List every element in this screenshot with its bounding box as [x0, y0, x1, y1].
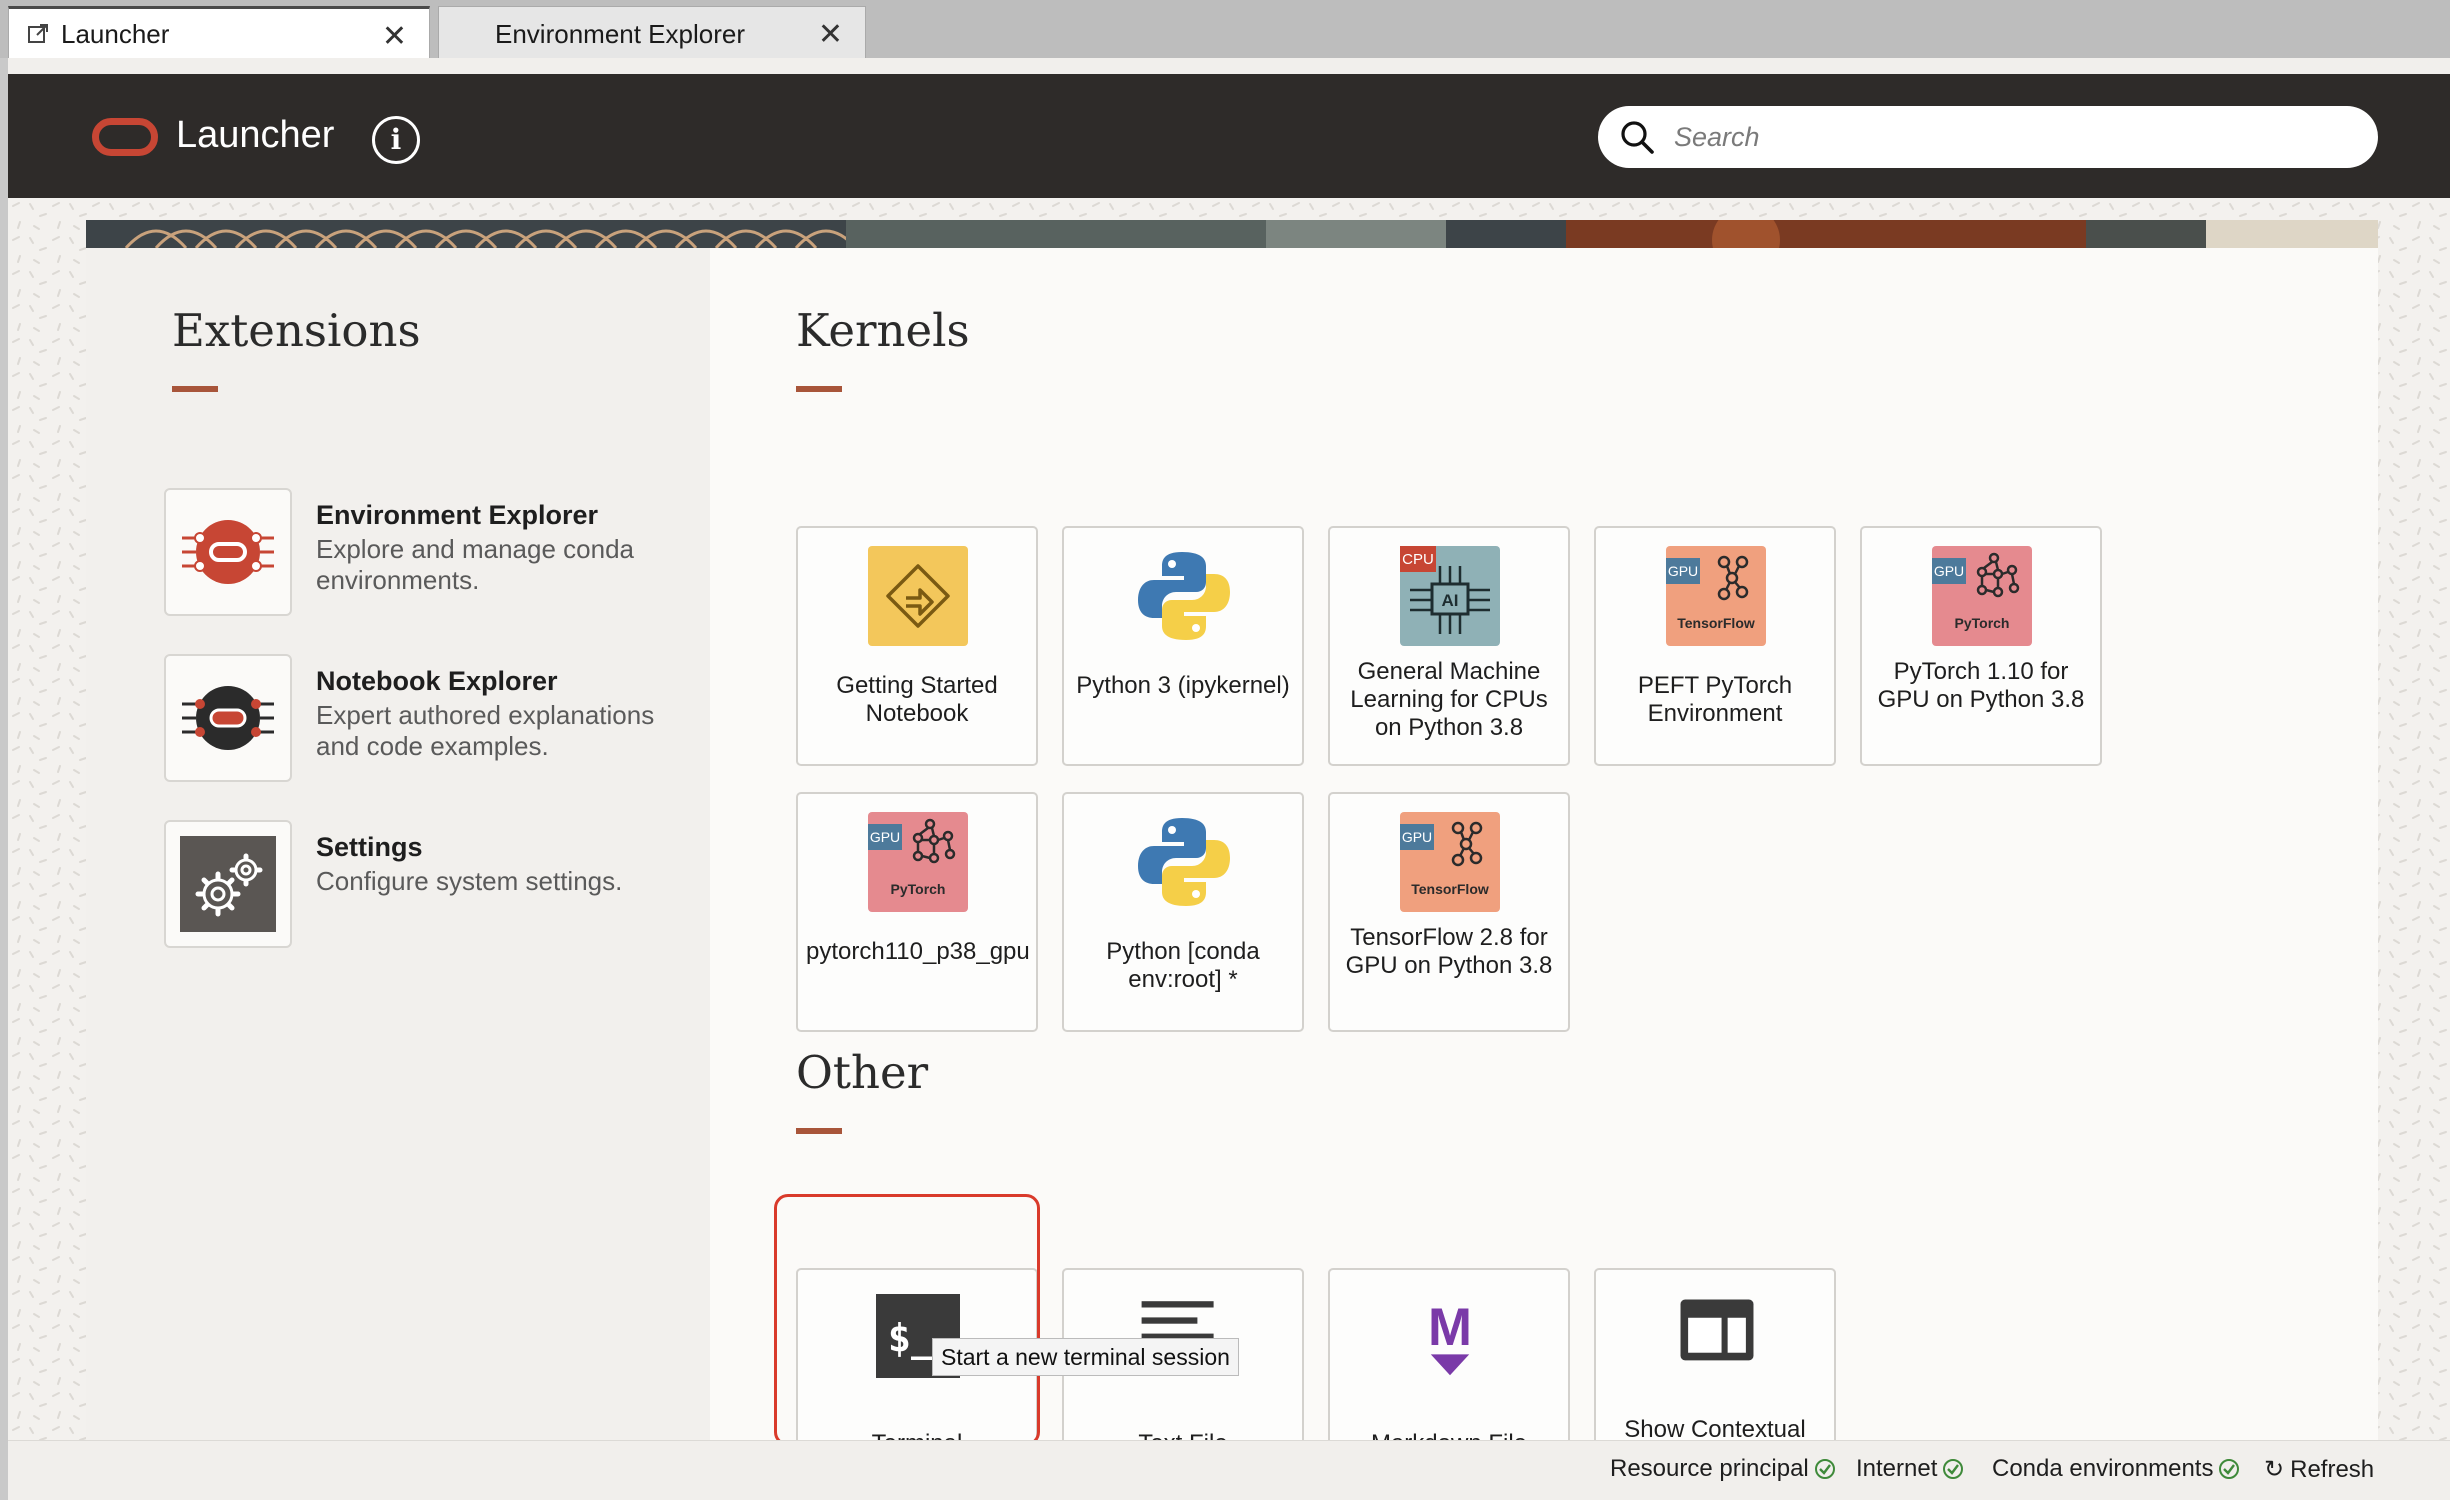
- kernel-tile-peft-pytorch[interactable]: GPU TensorFlow PEFT PyTorch Environment: [1594, 526, 1836, 766]
- tile-label: pytorch110_p38_gpu: [806, 938, 1030, 965]
- markdown-icon: M: [1428, 1298, 1472, 1376]
- refresh-icon: ↻: [2264, 1456, 2285, 1483]
- tensorflow-gpu-icon: GPU TensorFlow: [1666, 546, 1766, 646]
- extension-title: Environment Explorer: [316, 500, 599, 530]
- check-circle-icon: [1943, 1459, 1964, 1479]
- refresh-label: Refresh: [2290, 1455, 2375, 1483]
- kernel-tile-python3[interactable]: Python 3 (ipykernel): [1062, 526, 1304, 766]
- cpu-badge: CPU: [1402, 551, 1434, 568]
- launcher-card: Extensions Environment Explorer Explore …: [86, 220, 2378, 1500]
- extension-title: Settings: [316, 832, 423, 862]
- search-bar[interactable]: [1598, 106, 2378, 168]
- refresh-button[interactable]: ↻ Refresh: [2264, 1455, 2374, 1484]
- kernels-heading: Kernels: [796, 304, 970, 357]
- tab-label: Launcher: [61, 19, 170, 49]
- search-input[interactable]: [1674, 116, 2354, 158]
- tensorflow-caption: TensorFlow: [1677, 615, 1755, 631]
- status-resource-principal: Resource principal: [1610, 1455, 1836, 1483]
- terminal-glyph: $_: [888, 1316, 935, 1361]
- gears-icon: [164, 820, 292, 948]
- tile-label: Python 3 (ipykernel): [1076, 672, 1290, 699]
- section-divider: [796, 1128, 842, 1134]
- status-label: Conda environments: [1992, 1455, 2214, 1482]
- tab-bar: Launcher ✕ Environment Explorer ✕: [0, 0, 2450, 58]
- tensorflow-caption: TensorFlow: [1411, 881, 1489, 897]
- gpu-badge: GPU: [1668, 563, 1698, 579]
- tile-label: PyTorch 1.10 for GPU on Python 3.8: [1877, 658, 2085, 713]
- pytorch-gpu-icon: GPU PyTorch: [868, 812, 968, 912]
- getting-started-icon: [868, 546, 968, 646]
- status-bar: Resource principal Internet Conda enviro…: [8, 1440, 2450, 1500]
- gpu-badge: GPU: [870, 829, 900, 845]
- extensions-heading: Extensions: [172, 304, 421, 357]
- kernel-tile-python-conda-root[interactable]: Python [conda env:root] *: [1062, 792, 1304, 1032]
- contextual-help-icon: [1680, 1299, 1754, 1361]
- ai-chip-label: AI: [1442, 591, 1459, 610]
- extension-description: Expert authored explanations and code ex…: [316, 700, 655, 761]
- python-icon: [1138, 552, 1230, 640]
- kernel-tile-general-ml-cpu[interactable]: CPU AI General Machine Learning for CPUs…: [1328, 526, 1570, 766]
- kernel-tile-pytorch-110[interactable]: GPU PyTorch PyTorch 1.10 for GPU on Pyth…: [1860, 526, 2102, 766]
- pytorch-caption: PyTorch: [1955, 615, 2010, 631]
- notebook-explorer-icon: [164, 654, 292, 782]
- extensions-pane: Extensions Environment Explorer Explore …: [86, 248, 710, 1440]
- tab-environment-explorer[interactable]: Environment Explorer ✕: [438, 6, 866, 58]
- extension-title: Notebook Explorer: [316, 666, 558, 696]
- extension-description: Configure system settings.: [316, 866, 623, 896]
- status-label: Resource principal: [1610, 1455, 1809, 1482]
- search-icon: [1621, 121, 1654, 154]
- tile-label: PEFT PyTorch Environment: [1637, 672, 1793, 727]
- extension-environment-explorer[interactable]: Environment Explorer Explore and manage …: [164, 488, 644, 618]
- info-icon[interactable]: i: [372, 116, 420, 164]
- tile-label: Getting Started Notebook: [836, 672, 998, 727]
- close-icon[interactable]: ✕: [382, 19, 407, 54]
- close-icon[interactable]: ✕: [818, 17, 843, 52]
- cpu-ai-chip-icon: CPU AI: [1400, 546, 1500, 646]
- tab-launcher[interactable]: Launcher ✕: [8, 6, 430, 58]
- tile-label: TensorFlow 2.8 for GPU on Python 3.8: [1345, 924, 1553, 979]
- tile-label: General Machine Learning for CPUs on Pyt…: [1350, 658, 1548, 741]
- section-divider: [796, 386, 842, 392]
- check-circle-icon: [2219, 1459, 2240, 1479]
- tile-label: Python [conda env:root] *: [1106, 938, 1260, 993]
- section-divider: [172, 386, 218, 392]
- status-conda-environments: Conda environments: [1992, 1455, 2240, 1483]
- launcher-frame: Launcher i Search Extensions Environment…: [8, 58, 2450, 1500]
- extension-settings[interactable]: Settings Configure system settings.: [164, 820, 644, 950]
- other-heading: Other: [796, 1046, 929, 1099]
- decorative-banner: [86, 220, 2378, 248]
- extension-notebook-explorer[interactable]: Notebook Explorer Expert authored explan…: [164, 654, 654, 784]
- external-link-icon: [28, 24, 48, 43]
- kernel-tile-pytorch110-p38-gpu[interactable]: GPU PyTorch pytorch110_p38_gpu: [796, 792, 1038, 1032]
- page-title: Launcher: [176, 114, 335, 156]
- check-circle-icon: [1814, 1459, 1835, 1479]
- terminal-tooltip: Start a new terminal session: [932, 1338, 1239, 1376]
- gpu-badge: GPU: [1402, 829, 1432, 845]
- oracle-logo: [92, 118, 158, 156]
- tab-label: Environment Explorer: [495, 19, 745, 49]
- pytorch-caption: PyTorch: [891, 881, 946, 897]
- markdown-glyph: M: [1428, 1298, 1472, 1357]
- pytorch-gpu-icon: GPU PyTorch: [1932, 546, 2032, 646]
- gpu-badge: GPU: [1934, 563, 1964, 579]
- status-internet: Internet: [1856, 1455, 1964, 1483]
- kernel-tile-getting-started[interactable]: Getting Started Notebook: [796, 526, 1038, 766]
- kernel-tile-tensorflow-28[interactable]: GPU TensorFlow TensorFlow 2.8 for GPU on…: [1328, 792, 1570, 1032]
- python-icon: [1138, 818, 1230, 906]
- extension-description: Explore and manage conda environments.: [316, 534, 635, 595]
- tensorflow-gpu-icon: GPU TensorFlow: [1400, 812, 1500, 912]
- app-header: Launcher i: [8, 74, 2450, 198]
- environment-explorer-icon: [164, 488, 292, 616]
- status-label: Internet: [1856, 1455, 1938, 1482]
